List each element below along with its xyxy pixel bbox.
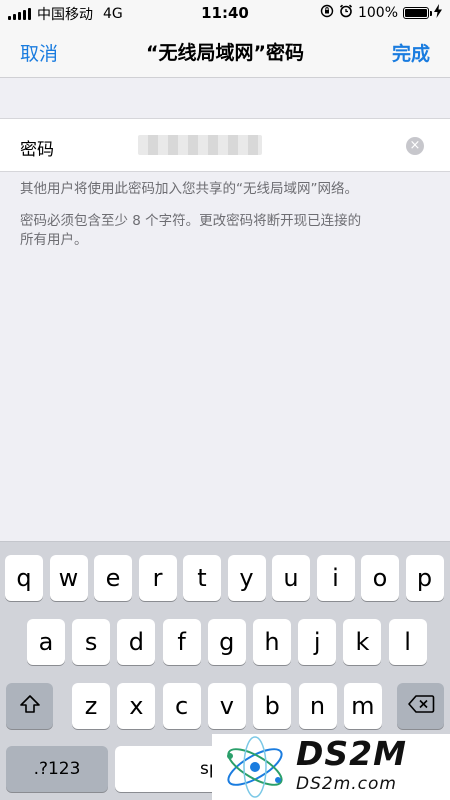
numbers-key[interactable]: .?123	[6, 746, 108, 792]
key-i[interactable]: i	[316, 555, 355, 601]
password-requirement-text-cont: 所有用户。	[20, 232, 88, 248]
password-label: 密码	[20, 140, 54, 160]
key-w[interactable]: w	[49, 555, 88, 601]
key-y[interactable]: y	[227, 555, 266, 601]
shift-icon	[19, 692, 41, 720]
clear-icon: ×	[409, 138, 421, 153]
password-input[interactable]: ••••••••••	[138, 135, 262, 155]
shift-key[interactable]	[6, 683, 53, 729]
battery-icon	[403, 7, 432, 19]
watermark: DS2M DS2m.com	[212, 734, 450, 800]
key-x[interactable]: x	[117, 683, 156, 729]
page-title: “无线局域网”密码	[146, 42, 304, 64]
navigation-bar: 取消 “无线局域网”密码 完成	[0, 26, 450, 78]
key-d[interactable]: d	[117, 619, 156, 665]
key-m[interactable]: m	[343, 683, 382, 729]
key-z[interactable]: z	[72, 683, 110, 729]
key-q[interactable]: q	[5, 555, 43, 601]
charging-icon	[434, 4, 442, 22]
key-k[interactable]: k	[343, 619, 382, 665]
key-j[interactable]: j	[298, 619, 337, 665]
password-cell[interactable]: 密码 ••••••••••	[0, 118, 450, 172]
key-a[interactable]: a	[27, 619, 65, 665]
key-e[interactable]: e	[94, 555, 132, 601]
backspace-icon	[407, 692, 435, 720]
password-requirement-text: 密码必须包含至少 8 个字符。更改密码将断开现已连接的	[20, 213, 362, 229]
done-button[interactable]: 完成	[392, 39, 430, 66]
key-v[interactable]: v	[207, 683, 246, 729]
rotation-lock-icon	[320, 4, 334, 22]
key-b[interactable]: b	[253, 683, 292, 729]
status-right: 100%	[320, 4, 442, 22]
key-f[interactable]: f	[162, 619, 201, 665]
delete-key[interactable]	[397, 683, 444, 729]
key-h[interactable]: h	[253, 619, 291, 665]
battery-percent: 100%	[357, 5, 398, 21]
key-c[interactable]: c	[162, 683, 201, 729]
alarm-icon	[339, 4, 353, 22]
key-s[interactable]: s	[72, 619, 111, 665]
key-p[interactable]: p	[405, 555, 444, 601]
key-r[interactable]: r	[138, 555, 177, 601]
key-t[interactable]: t	[183, 555, 221, 601]
watermark-brand: DS2M	[296, 734, 407, 773]
status-bar: 中国移动 4G 11:40 100%	[0, 0, 450, 26]
key-o[interactable]: o	[361, 555, 399, 601]
key-n[interactable]: n	[298, 683, 337, 729]
share-info-text: 其他用户将使用此密码加入您共享的“无线局域网”网络。	[20, 181, 358, 197]
key-u[interactable]: u	[272, 555, 310, 601]
key-g[interactable]: g	[207, 619, 246, 665]
watermark-logo-icon	[227, 736, 283, 798]
battery-level	[405, 9, 427, 17]
key-l[interactable]: l	[388, 619, 427, 665]
clear-text-button[interactable]: ×	[406, 137, 424, 155]
watermark-domain: DS2m.com	[296, 774, 397, 794]
